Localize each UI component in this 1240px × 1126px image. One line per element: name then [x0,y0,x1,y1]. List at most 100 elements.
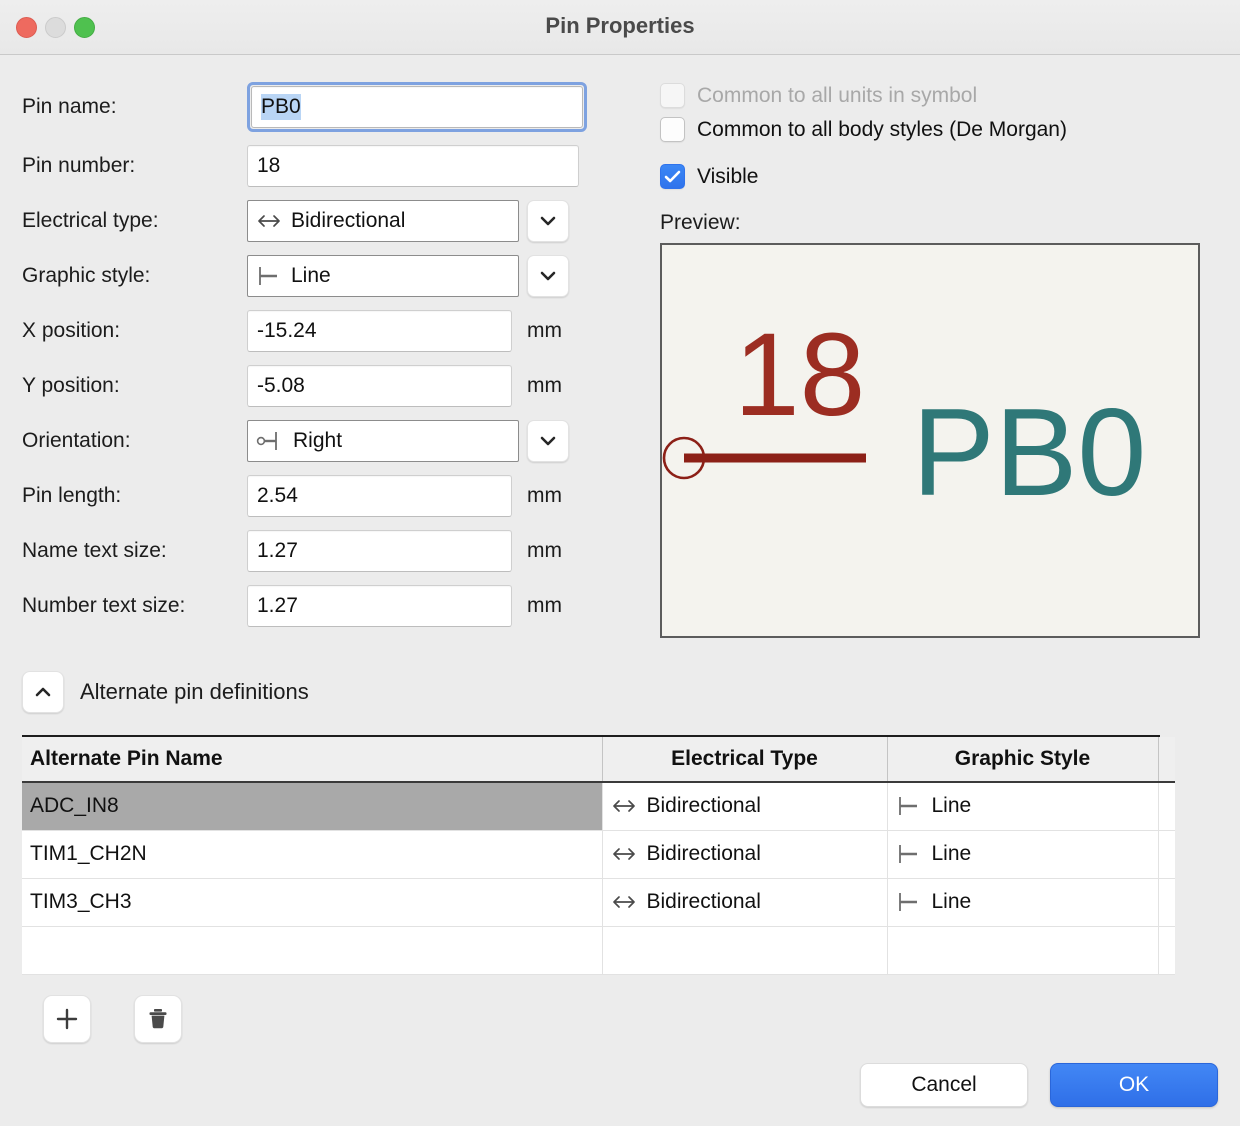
cell-empty [602,926,887,974]
number-text-size-row: Number text size: 1.27 mm [22,584,622,628]
number-text-size-label: Number text size: [22,594,247,618]
cell-electrical-type[interactable]: Bidirectional [602,830,887,878]
pin-length-input[interactable]: 2.54 [247,475,512,517]
common-body-styles-row: Common to all body styles (De Morgan) [660,117,1218,142]
graphic-style-control: Line [247,255,569,297]
dialog-footer: Cancel OK [860,1063,1218,1107]
cell-graphic-style[interactable]: Line [887,782,1158,830]
number-text-size-control: 1.27 mm [247,585,562,627]
options-column: Common to all units in symbol Common to … [622,81,1218,639]
orientation-label: Orientation: [22,429,247,453]
x-position-label: X position: [22,319,247,343]
cell-gutter [1158,926,1175,974]
electrical-type-value: Bidirectional [291,209,405,233]
cell-alternate-pin-name[interactable]: TIM1_CH2N [22,830,602,878]
pin-length-control: 2.54 mm [247,475,562,517]
name-text-size-input[interactable]: 1.27 [247,530,512,572]
cell-electrical-type-value: Bidirectional [647,794,761,818]
column-header-gutter [1158,737,1175,782]
delete-alternate-pin-button[interactable] [134,995,182,1043]
cancel-button[interactable]: Cancel [860,1063,1028,1107]
x-position-unit: mm [527,319,562,343]
alternate-pin-table: Alternate Pin Name Electrical Type Graph… [22,735,1160,975]
visible-label: Visible [697,165,758,189]
upper-columns: Pin name: PB0 Pin number: 18 [22,55,1218,639]
alternate-collapse-button[interactable] [22,671,64,713]
chevron-down-icon [539,215,557,227]
common-body-styles-checkbox[interactable] [660,117,685,142]
name-text-size-label: Name text size: [22,539,247,563]
pin-orientation-right-icon [256,430,284,452]
pin-length-label: Pin length: [22,484,247,508]
x-position-control: -15.24 mm [247,310,562,352]
column-header-graphic-style[interactable]: Graphic Style [887,737,1158,782]
electrical-type-combo[interactable]: Bidirectional [247,200,519,242]
electrical-type-control: Bidirectional [247,200,569,242]
orientation-row: Orientation: Right [22,419,622,463]
column-header-name[interactable]: Alternate Pin Name [22,737,602,782]
y-position-input[interactable]: -5.08 [247,365,512,407]
common-units-label: Common to all units in symbol [697,84,977,108]
title-bar: Pin Properties [0,0,1240,55]
common-units-checkbox [660,83,685,108]
graphic-style-label: Graphic style: [22,264,247,288]
cell-electrical-type-value: Bidirectional [647,890,761,914]
dialog-content: Pin name: PB0 Pin number: 18 [0,55,1240,1126]
cell-alternate-pin-name[interactable]: ADC_IN8 [22,782,602,830]
pin-name-control: PB0 [247,82,587,132]
cell-electrical-type-value: Bidirectional [647,842,761,866]
number-text-size-input[interactable]: 1.27 [247,585,512,627]
chevron-down-icon [539,270,557,282]
y-position-unit: mm [527,374,562,398]
y-position-control: -5.08 mm [247,365,562,407]
x-position-input[interactable]: -15.24 [247,310,512,352]
orientation-control: Right [247,420,569,462]
pin-properties-dialog: Pin Properties Pin name: PB0 [0,0,1240,1126]
orientation-dropdown-button[interactable] [527,420,569,462]
table-empty-row [22,926,1175,974]
cell-empty [22,926,602,974]
cell-graphic-style[interactable]: Line [887,878,1158,926]
pin-name-input[interactable]: PB0 [251,86,583,128]
number-text-size-unit: mm [527,594,562,618]
electrical-type-dropdown-button[interactable] [527,200,569,242]
orientation-combo[interactable]: Right [247,420,519,462]
pin-preview-canvas: 18 PB0 [660,243,1200,638]
graphic-style-combo[interactable]: Line [247,255,519,297]
visible-checkbox[interactable] [660,164,685,189]
table-row[interactable]: TIM1_CH2N Bidirection [22,830,1175,878]
preview-pin-number: 18 [734,309,865,441]
cell-graphic-style-value: Line [932,794,972,818]
pin-length-unit: mm [527,484,562,508]
cell-electrical-type[interactable]: Bidirectional [602,878,887,926]
name-text-size-unit: mm [527,539,562,563]
table-row[interactable]: TIM3_CH3 Bidirectiona [22,878,1175,926]
bidirectional-arrow-icon [611,796,637,816]
y-position-row: Y position: -5.08 mm [22,364,622,408]
pin-number-label: Pin number: [22,154,247,178]
pin-name-value: PB0 [261,94,301,120]
alternate-section-title: Alternate pin definitions [80,679,309,705]
cell-graphic-style-value: Line [932,842,972,866]
table-row[interactable]: ADC_IN8 Bidirectional [22,782,1175,830]
add-alternate-pin-button[interactable] [43,995,91,1043]
electrical-type-row: Electrical type: Bidirectional [22,199,622,243]
name-text-size-row: Name text size: 1.27 mm [22,529,622,573]
pin-preview-graphic: 18 PB0 [662,245,1198,636]
column-header-electrical-type[interactable]: Electrical Type [602,737,887,782]
cell-graphic-style[interactable]: Line [887,830,1158,878]
cell-electrical-type[interactable]: Bidirectional [602,782,887,830]
cell-graphic-style-value: Line [932,890,972,914]
alternate-section-header: Alternate pin definitions [22,671,1218,713]
cell-alternate-pin-name[interactable]: TIM3_CH3 [22,878,602,926]
graphic-style-dropdown-button[interactable] [527,255,569,297]
pin-number-control: 18 [247,145,579,187]
pin-length-row: Pin length: 2.54 mm [22,474,622,518]
chevron-down-icon [539,435,557,447]
plus-icon [54,1006,80,1032]
ok-button[interactable]: OK [1050,1063,1218,1107]
form-column: Pin name: PB0 Pin number: 18 [22,81,622,639]
cell-gutter [1158,782,1175,830]
x-position-row: X position: -15.24 mm [22,309,622,353]
pin-number-input[interactable]: 18 [247,145,579,187]
